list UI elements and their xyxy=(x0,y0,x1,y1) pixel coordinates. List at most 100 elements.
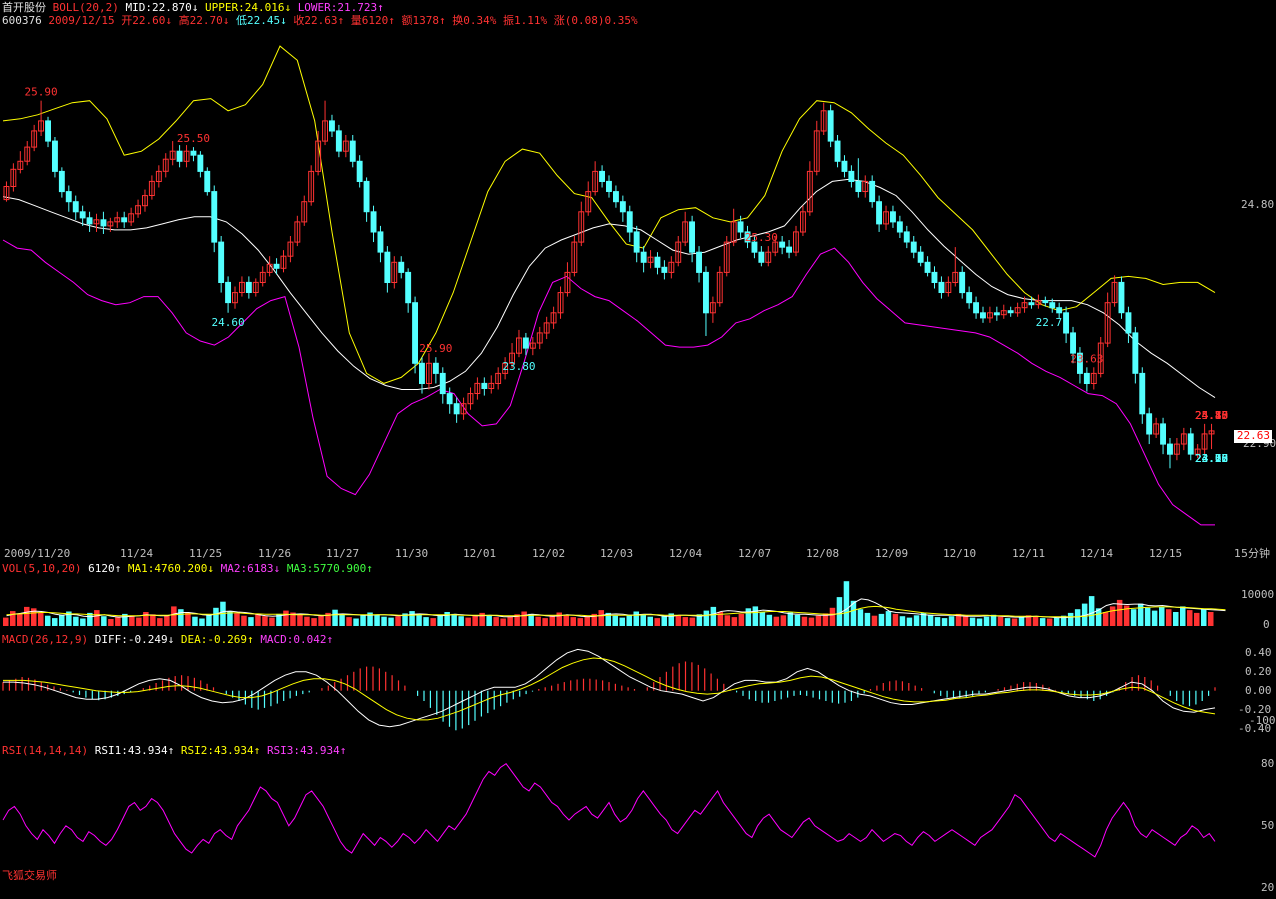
volume-bar xyxy=(171,606,177,626)
volume-bar xyxy=(521,611,527,626)
volume-bar xyxy=(682,617,689,626)
volume-bar xyxy=(976,618,983,626)
candle-body xyxy=(654,256,661,268)
volume-bar xyxy=(472,615,478,626)
boll-upper-line xyxy=(2,45,1216,384)
volume-bar xyxy=(766,614,773,626)
volume-bar xyxy=(1159,606,1165,626)
candle-body xyxy=(370,211,377,233)
volume-chart[interactable] xyxy=(0,570,1230,630)
candle-body xyxy=(225,281,232,304)
volume-bar xyxy=(1151,610,1158,626)
candle-body xyxy=(1049,302,1056,309)
candle-body xyxy=(689,221,695,253)
volume-bar xyxy=(885,611,892,626)
candle-body xyxy=(924,261,931,273)
candle-body xyxy=(1083,372,1090,384)
candle-body xyxy=(640,251,647,263)
volume-bar xyxy=(458,616,464,626)
candle-body xyxy=(58,170,65,193)
volume-bar xyxy=(787,612,794,626)
macd-tick: 0.20 xyxy=(1245,665,1272,678)
candle-body xyxy=(613,191,619,203)
volume-bar xyxy=(150,614,156,626)
volume-bar xyxy=(948,616,955,626)
volume-bar xyxy=(10,611,16,626)
volume-bar xyxy=(80,618,86,626)
volume-bar xyxy=(1166,609,1172,626)
candle-body xyxy=(273,263,280,269)
volume-bar xyxy=(227,611,233,626)
volume-bar xyxy=(1011,618,1018,626)
volume-bar xyxy=(941,618,948,626)
rsi-line xyxy=(2,763,1216,858)
candle-body xyxy=(1167,443,1173,455)
candle-body xyxy=(910,241,917,253)
volume-bar xyxy=(815,615,822,626)
date-label: 12/08 xyxy=(806,547,840,560)
volume-bar xyxy=(724,615,731,626)
rsi-tick: 20 xyxy=(1261,881,1275,894)
volume-bar xyxy=(423,617,429,626)
volume-bar xyxy=(1032,616,1039,626)
high-annotation: 25.30 xyxy=(745,231,778,244)
boll-lower-line xyxy=(2,239,1215,526)
period-label[interactable]: 15分钟 xyxy=(1234,548,1270,560)
volume-bar xyxy=(584,616,590,626)
candle-body xyxy=(848,170,855,182)
volume-bar xyxy=(843,581,850,626)
volume-bar xyxy=(409,611,415,626)
rsi-chart[interactable] xyxy=(0,752,1230,892)
date-label: 12/14 xyxy=(1080,547,1114,560)
volume-bar xyxy=(990,614,997,626)
candle-body xyxy=(446,393,453,405)
volume-bar xyxy=(857,609,864,626)
candle-body xyxy=(72,201,79,213)
candle-body xyxy=(626,211,633,233)
volume-bar xyxy=(318,615,324,626)
volume-bar xyxy=(360,615,366,626)
volume-bar xyxy=(465,617,471,626)
candle-body xyxy=(896,221,903,233)
candle-body xyxy=(1160,423,1166,445)
candle-body xyxy=(522,337,529,349)
candle-body xyxy=(86,217,93,225)
volume-bar xyxy=(129,615,135,626)
price-chart[interactable]: 25.9025.5025.9025.3023.6324.7024.8024.83… xyxy=(0,0,1230,545)
candle-body xyxy=(363,180,370,213)
volume-bar xyxy=(1004,618,1011,626)
candle-body xyxy=(606,180,612,192)
volume-bar xyxy=(248,617,254,626)
volume-bar xyxy=(1067,612,1074,626)
volume-bar xyxy=(1102,612,1109,626)
candle-body xyxy=(439,372,446,395)
candle-body xyxy=(377,231,384,253)
volume-bar xyxy=(661,615,667,626)
volume-bar xyxy=(206,614,212,626)
candle-body xyxy=(335,130,342,152)
volume-bar xyxy=(962,615,969,626)
volume-bar xyxy=(675,615,682,626)
macd-tick: 0.40 xyxy=(1245,646,1272,659)
volume-bar xyxy=(577,618,583,626)
candle-body xyxy=(966,292,973,304)
volume-bar xyxy=(563,614,569,626)
date-label: 12/03 xyxy=(600,547,634,560)
high-annotation: 25.90 xyxy=(25,86,58,99)
volume-bar xyxy=(913,615,920,626)
candle-body xyxy=(703,271,709,314)
macd-chart[interactable] xyxy=(0,642,1230,742)
volume-bar xyxy=(640,614,646,626)
candle-body xyxy=(121,217,128,223)
macd-tick: -0.40 xyxy=(1238,722,1272,735)
price-guide-line xyxy=(20,50,1200,444)
volume-bar xyxy=(94,610,100,626)
volume-bar xyxy=(647,616,653,626)
volume-bar xyxy=(892,613,899,626)
candle-body xyxy=(876,201,882,225)
candle-body xyxy=(696,251,702,273)
candle-body xyxy=(79,211,86,219)
volume-bar xyxy=(283,610,289,626)
price-tick: 24.80 xyxy=(1241,198,1275,211)
low-annotation: 23.80 xyxy=(502,360,535,373)
